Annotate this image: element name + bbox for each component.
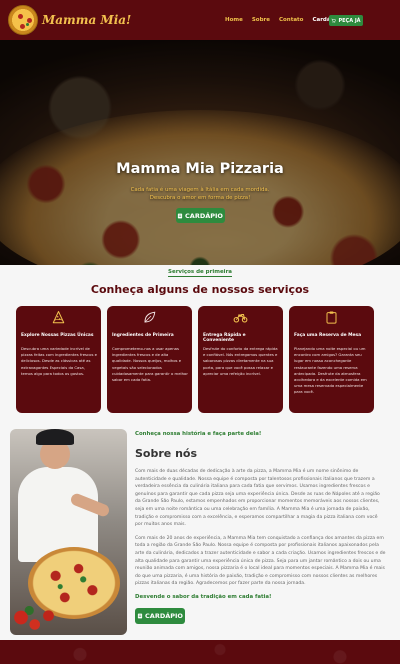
- service-cards: Explore Nossas Pizzas Únicas Descubra um…: [16, 306, 374, 413]
- pizza-logo-icon[interactable]: [8, 5, 38, 35]
- about-title: Sobre nós: [135, 447, 198, 460]
- about-menu-button[interactable]: CARDÁPIO: [135, 607, 185, 624]
- navbar: Mamma Mia! Home Sobre Contato Cardápio P…: [0, 0, 400, 40]
- services-section: Serviços de primeira Conheça alguns de n…: [0, 265, 400, 427]
- brand-name[interactable]: Mamma Mia!: [42, 13, 131, 27]
- about-cta: Desvende o sabor da tradição em cada fat…: [135, 593, 272, 600]
- service-card-ingredients: Ingredientes de Primeira Comprometemo-no…: [107, 306, 192, 413]
- hero-subtitle: Cada fatia é uma viagem à Itália em cada…: [0, 186, 400, 202]
- hero-menu-button-label: CARDÁPIO: [185, 211, 223, 220]
- service-card-pizzas: Explore Nossas Pizzas Únicas Descubra um…: [16, 306, 101, 413]
- about-section: Conheça nossa história e faça parte dela…: [0, 427, 400, 641]
- nav-links: Home Sobre Contato Cardápio: [225, 0, 340, 40]
- service-card-delivery: Entrega Rápida e Conveniente Desfrute do…: [198, 306, 283, 413]
- service-card-reservation: Faça uma Reserva de Mesa Planejando uma …: [289, 306, 374, 413]
- service-card-title: Faça uma Reserva de Mesa: [294, 333, 362, 338]
- hero-subtitle-line-2: Descubra o amor em forma de pizza!: [149, 195, 251, 201]
- hero-subtitle-line-1: Cada fatia é uma viagem à Itália em cada…: [130, 187, 270, 193]
- about-menu-button-label: CARDÁPIO: [145, 611, 183, 620]
- hero-content: Mamma Mia Pizzaria Cada fatia é uma viag…: [0, 161, 400, 223]
- hero-title: Mamma Mia Pizzaria: [116, 161, 284, 177]
- about-text: Conheça nossa história e faça parte dela…: [135, 427, 386, 624]
- nav-sobre[interactable]: Sobre: [252, 17, 270, 23]
- service-card-text: Descubra uma variedade incrível de pizza…: [21, 346, 97, 376]
- service-card-text: Comprometemo-nos a usar apenas ingredien…: [112, 346, 188, 383]
- about-paragraph-2: Com mais de 20 anos de experiência, a Ma…: [135, 535, 386, 587]
- leaf-icon: [107, 310, 192, 325]
- nav-home[interactable]: Home: [225, 17, 243, 23]
- menu-book-icon: [137, 613, 143, 619]
- cart-icon: [331, 18, 337, 23]
- services-eyebrow: Serviços de primeira: [0, 269, 400, 277]
- pizza-slice-icon: [16, 310, 101, 325]
- services-eyebrow-text: Serviços de primeira: [168, 269, 232, 277]
- chef-pizza-photo: [10, 429, 127, 635]
- hero-menu-button[interactable]: CARDÁPIO: [175, 208, 225, 223]
- brand[interactable]: Mamma Mia!: [8, 5, 131, 35]
- motorcycle-icon: [198, 310, 283, 325]
- service-card-title: Ingredientes de Primeira: [112, 333, 174, 338]
- about-paragraph-1: Com mais de duas décadas de dedicação à …: [135, 469, 380, 528]
- services-title: Conheça alguns de nossos serviços: [90, 283, 310, 296]
- footer-strip: [0, 640, 400, 664]
- service-card-text: Planejando uma noite especial ou um enco…: [294, 346, 367, 395]
- tomatoes-image: [10, 600, 65, 635]
- chef-hat: [36, 429, 74, 445]
- order-now-label: PEÇA JÁ: [338, 17, 361, 24]
- service-card-title: Explore Nossas Pizzas Únicas: [21, 333, 94, 338]
- service-card-title: Entrega Rápida e Conveniente: [203, 333, 246, 343]
- order-now-button[interactable]: PEÇA JÁ: [329, 15, 363, 26]
- clipboard-icon: [289, 310, 374, 325]
- about-eyebrow: Conheça nossa história e faça parte dela…: [135, 431, 262, 437]
- hero-banner: Mamma Mia Pizzaria Cada fatia é uma viag…: [0, 40, 400, 265]
- menu-book-icon: [177, 213, 183, 218]
- nav-contato[interactable]: Contato: [279, 17, 303, 23]
- service-card-text: Desfrute do conforto da entrega rápida e…: [203, 346, 278, 376]
